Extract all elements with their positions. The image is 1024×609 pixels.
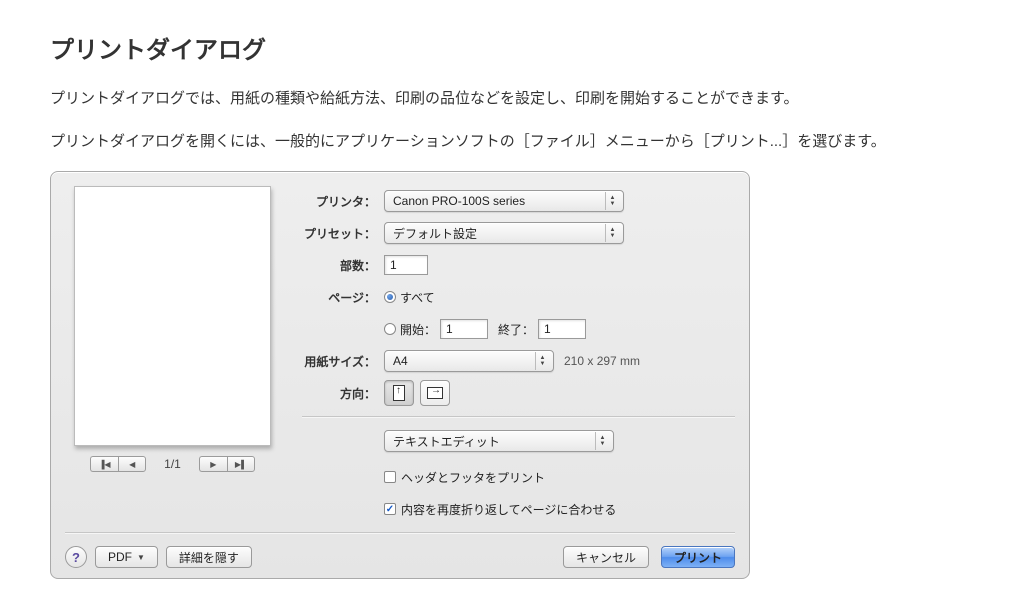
- preset-label: プリセット：: [294, 225, 384, 242]
- portrait-icon: [393, 385, 405, 401]
- page-title: プリントダイアログ: [50, 30, 974, 65]
- section-select[interactable]: テキストエディット ▲▼: [384, 430, 614, 452]
- pdf-menu-button[interactable]: PDF ▼: [95, 546, 158, 568]
- updown-icon: ▲▼: [605, 192, 619, 210]
- from-label: 開始：: [400, 321, 436, 338]
- paper-size-label: 用紙サイズ：: [302, 353, 384, 370]
- divider: [65, 532, 735, 534]
- updown-icon: ▲▼: [595, 432, 609, 450]
- paper-size-value: A4: [393, 354, 408, 368]
- divider: [302, 416, 735, 418]
- intro-paragraph-2: プリントダイアログを開くには、一般的にアプリケーションソフトの［ファイル］メニュ…: [50, 128, 974, 155]
- page-preview: [74, 186, 271, 446]
- updown-icon: ▲▼: [535, 352, 549, 370]
- paper-dimension: 210 x 297 mm: [564, 354, 640, 368]
- rewrap-label: 内容を再度折り返してページに合わせる: [401, 501, 616, 518]
- rewrap-checkbox[interactable]: ✓: [384, 503, 396, 515]
- landscape-icon: [427, 387, 443, 399]
- orientation-label: 方向：: [302, 385, 384, 402]
- help-button[interactable]: ?: [65, 546, 87, 568]
- pages-all-radio[interactable]: [384, 291, 396, 303]
- print-dialog: ▐◀ ◀ 1/1 ▶ ▶▌ プリンタ： Canon PRO-100S serie…: [50, 171, 750, 579]
- intro-paragraph-1: プリントダイアログでは、用紙の種類や給紙方法、印刷の品位などを設定し、印刷を開始…: [50, 85, 974, 112]
- orientation-landscape-button[interactable]: [420, 380, 450, 406]
- preset-value: デフォルト設定: [393, 225, 477, 242]
- header-footer-checkbox[interactable]: [384, 471, 396, 483]
- first-page-button[interactable]: ▐◀: [90, 456, 118, 472]
- cancel-button[interactable]: キャンセル: [563, 546, 649, 568]
- copies-field[interactable]: 1: [384, 255, 428, 275]
- to-label: 終了：: [498, 321, 534, 338]
- pages-range-radio[interactable]: [384, 323, 396, 335]
- settings-column: プリンタ： Canon PRO-100S series ▲▼ プリセット： デフ…: [294, 186, 735, 522]
- preset-select[interactable]: デフォルト設定 ▲▼: [384, 222, 624, 244]
- pdf-label: PDF: [108, 550, 132, 564]
- orientation-portrait-button[interactable]: [384, 380, 414, 406]
- pages-all-label: すべて: [400, 289, 435, 306]
- page-indicator: 1/1: [164, 457, 181, 471]
- updown-icon: ▲▼: [605, 224, 619, 242]
- chevron-down-icon: ▼: [137, 553, 145, 562]
- preview-column: ▐◀ ◀ 1/1 ▶ ▶▌: [65, 186, 280, 522]
- last-page-button[interactable]: ▶▌: [227, 456, 255, 472]
- printer-label: プリンタ：: [294, 193, 384, 210]
- next-page-button[interactable]: ▶: [199, 456, 227, 472]
- header-footer-label: ヘッダとフッタをプリント: [401, 469, 545, 486]
- prev-page-button[interactable]: ◀: [118, 456, 146, 472]
- paper-size-select[interactable]: A4 ▲▼: [384, 350, 554, 372]
- copies-label: 部数：: [302, 257, 384, 274]
- section-value: テキストエディット: [393, 433, 500, 450]
- pages-label: ページ：: [302, 289, 384, 306]
- printer-value: Canon PRO-100S series: [393, 194, 525, 208]
- printer-select[interactable]: Canon PRO-100S series ▲▼: [384, 190, 624, 212]
- print-button[interactable]: プリント: [661, 546, 735, 568]
- to-field[interactable]: 1: [538, 319, 586, 339]
- hide-details-button[interactable]: 詳細を隠す: [166, 546, 252, 568]
- from-field[interactable]: 1: [440, 319, 488, 339]
